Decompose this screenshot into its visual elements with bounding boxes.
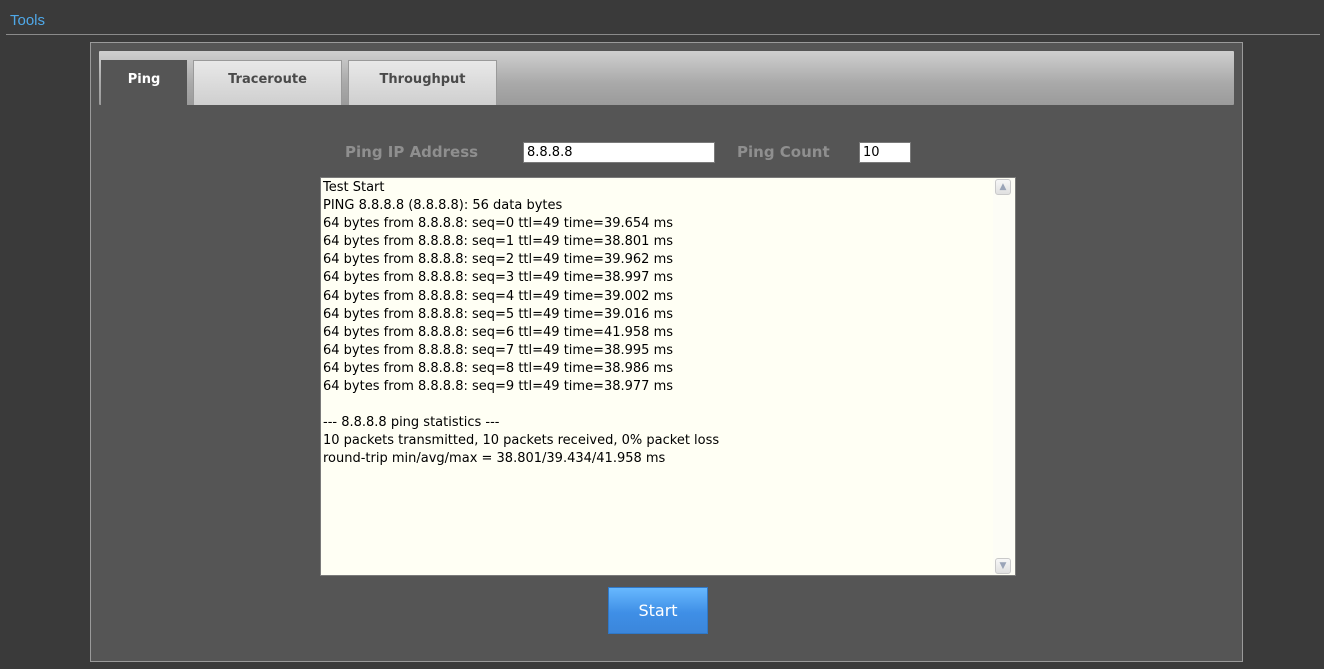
tab-ping[interactable]: Ping <box>101 60 187 107</box>
tools-panel: Ping Traceroute Throughput Ping IP Addre… <box>90 42 1243 662</box>
ping-ip-label: Ping IP Address <box>345 143 479 161</box>
start-button[interactable]: Start <box>608 587 708 634</box>
ping-count-input[interactable] <box>859 142 911 163</box>
tools-page: Tools Ping Traceroute Throughput Ping IP… <box>0 0 1324 669</box>
ping-output-text: Test Start PING 8.8.8.8 (8.8.8.8): 56 da… <box>323 180 720 467</box>
title-divider <box>6 34 1320 35</box>
ping-count-label: Ping Count <box>737 143 830 161</box>
output-scrollbar[interactable]: ▲ ▼ <box>993 179 1014 574</box>
ping-output-textarea[interactable]: Test Start PING 8.8.8.8 (8.8.8.8): 56 da… <box>320 177 1016 576</box>
tab-throughput[interactable]: Throughput <box>348 60 497 105</box>
tab-traceroute[interactable]: Traceroute <box>193 60 342 105</box>
tab-bar: Ping Traceroute Throughput <box>99 51 1234 107</box>
chevron-up-icon[interactable]: ▲ <box>995 179 1011 195</box>
ping-ip-input[interactable] <box>523 142 715 163</box>
chevron-down-icon[interactable]: ▼ <box>995 558 1011 574</box>
section-title: Tools <box>10 12 46 29</box>
